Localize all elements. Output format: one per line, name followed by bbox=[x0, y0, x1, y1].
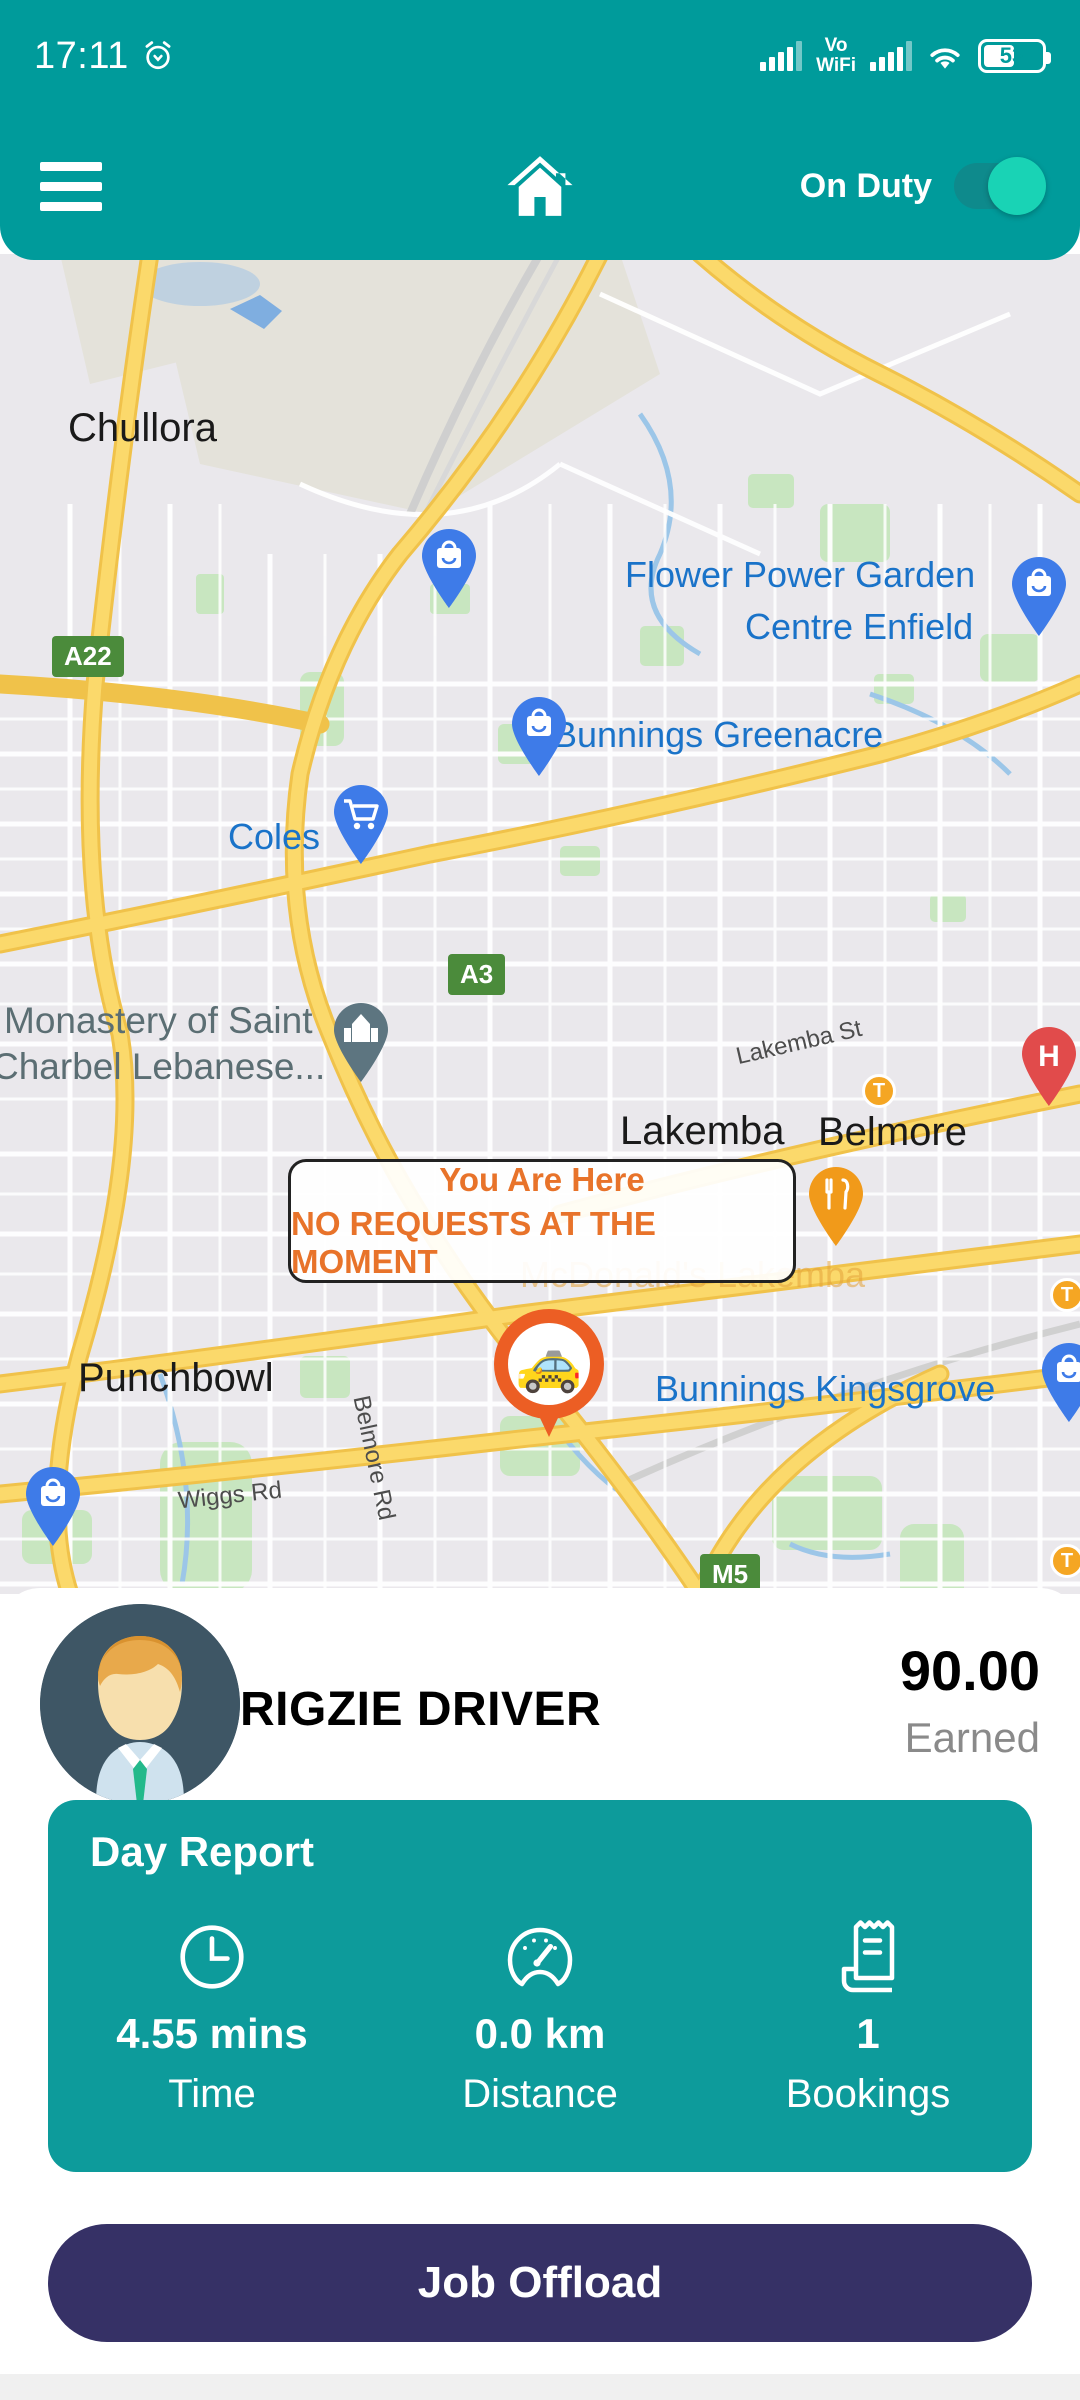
cellular-signal-icon bbox=[760, 41, 803, 71]
home-icon[interactable] bbox=[504, 152, 576, 220]
map-label-city: Lakemba bbox=[620, 1109, 785, 1153]
stat-distance-value: 0.0 km bbox=[474, 2010, 606, 2057]
church-pin-icon[interactable] bbox=[330, 1000, 392, 1082]
bottom-sheet: RIGZIE DRIVER 90.00 Earned Day Report 4.… bbox=[0, 1588, 1080, 2400]
day-report-title: Day Report bbox=[90, 1828, 315, 1875]
stat-time: 4.55 mins Time bbox=[48, 1918, 376, 2117]
map-label-poi: Centre Enfield bbox=[745, 606, 974, 647]
driver-avatar-icon[interactable] bbox=[40, 1604, 240, 1804]
svg-text:H: H bbox=[1038, 1040, 1060, 1073]
clock-icon bbox=[175, 1918, 249, 1996]
battery-icon: 53 bbox=[978, 39, 1051, 73]
map-label-monastery-line2: Charbel Lebanese... bbox=[0, 1046, 326, 1087]
map-label-monastery-line1: Monastery of Saint bbox=[4, 1000, 313, 1041]
shopping-bag-pin-icon[interactable] bbox=[1008, 554, 1070, 636]
tooltip-line-no-requests: NO REQUESTS AT THE MOMENT bbox=[291, 1205, 656, 1280]
map-highway-shield: A22 bbox=[52, 636, 124, 677]
map-label-poi: Bunnings Greenacre bbox=[553, 714, 884, 755]
map-highway-shield: A3 bbox=[448, 954, 506, 995]
earned-amount-value: 90.00 bbox=[899, 1639, 1040, 1702]
job-offload-button[interactable]: Job Offload bbox=[48, 2224, 1032, 2342]
day-report-stats: 4.55 mins Time 0.0 km Distance 1 Booking… bbox=[48, 1918, 1032, 2117]
status-bar: 17:11 Vo WiFi 53 bbox=[0, 0, 1080, 112]
driver-profile-row: RIGZIE DRIVER 90.00 Earned bbox=[0, 1604, 1080, 1804]
app-header: On Duty bbox=[0, 112, 1080, 260]
map-label-city: Belmore bbox=[818, 1110, 967, 1154]
map-view[interactable]: Chullora Lakemba Belmore Punchbowl River… bbox=[0, 254, 1080, 1594]
system-navigation-strip bbox=[0, 2374, 1080, 2400]
stat-time-value: 4.55 mins bbox=[116, 2010, 308, 2057]
battery-level-label: 53 bbox=[999, 43, 1025, 68]
shopping-bag-pin-icon[interactable] bbox=[418, 526, 480, 608]
driver-name-label: RIGZIE DRIVER bbox=[240, 1683, 602, 1736]
no-requests-tooltip: You Are Here NO REQUESTS AT THE MOMENT bbox=[288, 1159, 796, 1283]
status-bar-clock: 17:11 bbox=[34, 34, 129, 77]
alarm-clock-icon bbox=[145, 41, 171, 70]
shopping-bag-pin-icon[interactable] bbox=[508, 694, 570, 776]
map-label-city: Chullora bbox=[68, 406, 217, 450]
stat-distance-caption: Distance bbox=[462, 2072, 618, 2116]
transit-marker-icon[interactable]: T bbox=[1050, 1278, 1080, 1312]
duty-toggle-switch[interactable] bbox=[954, 157, 1046, 215]
transit-marker-icon[interactable]: T bbox=[1050, 1544, 1080, 1578]
earned-caption-label: Earned bbox=[904, 1714, 1040, 1761]
tooltip-line-you-are-here: You Are Here bbox=[439, 1161, 645, 1198]
stat-bookings: 1 Bookings bbox=[704, 1918, 1032, 2117]
volte-wifi-label: Vo WiFi bbox=[816, 35, 856, 76]
transit-marker-icon[interactable]: T bbox=[862, 1074, 896, 1108]
stat-bookings-value: 1 bbox=[856, 2010, 880, 2057]
status-bar-left: 17:11 bbox=[34, 35, 175, 78]
map-label-poi: Coles bbox=[228, 816, 321, 857]
map-label-poi: Bunnings Kingsgrove bbox=[655, 1368, 996, 1409]
marker-ring: 🚕 bbox=[494, 1309, 604, 1419]
stat-bookings-caption: Bookings bbox=[785, 2072, 951, 2116]
toggle-knob bbox=[988, 157, 1046, 215]
shopping-bag-pin-icon[interactable] bbox=[22, 1464, 84, 1546]
map-label-city: Punchbowl bbox=[78, 1356, 274, 1400]
receipt-icon bbox=[835, 1918, 901, 1996]
stat-distance: 0.0 km Distance bbox=[376, 1918, 704, 2117]
day-report-card: Day Report 4.55 mins Time 0.0 km Distanc… bbox=[48, 1800, 1032, 2172]
duty-status-label: On Duty bbox=[799, 166, 932, 205]
hospital-pin-icon[interactable]: H bbox=[1018, 1024, 1080, 1106]
status-bar-right: Vo WiFi 53 bbox=[760, 35, 1051, 76]
shopping-cart-pin-icon[interactable] bbox=[330, 782, 392, 864]
marker-vehicle-glyph: 🚕 bbox=[508, 1323, 590, 1405]
speedometer-icon bbox=[501, 1918, 579, 1996]
hamburger-menu-icon[interactable] bbox=[40, 161, 102, 211]
cellular-signal-icon-2 bbox=[870, 41, 912, 71]
taxi-marker-icon[interactable]: 🚕 bbox=[494, 1309, 604, 1437]
stat-time-caption: Time bbox=[168, 2072, 256, 2116]
map-label-poi: Flower Power Garden bbox=[625, 554, 976, 595]
wifi-icon bbox=[930, 48, 960, 69]
shopping-bag-pin-icon[interactable] bbox=[1038, 1340, 1080, 1422]
restaurant-pin-icon[interactable] bbox=[805, 1164, 867, 1246]
duty-toggle-group[interactable]: On Duty bbox=[799, 157, 1046, 215]
